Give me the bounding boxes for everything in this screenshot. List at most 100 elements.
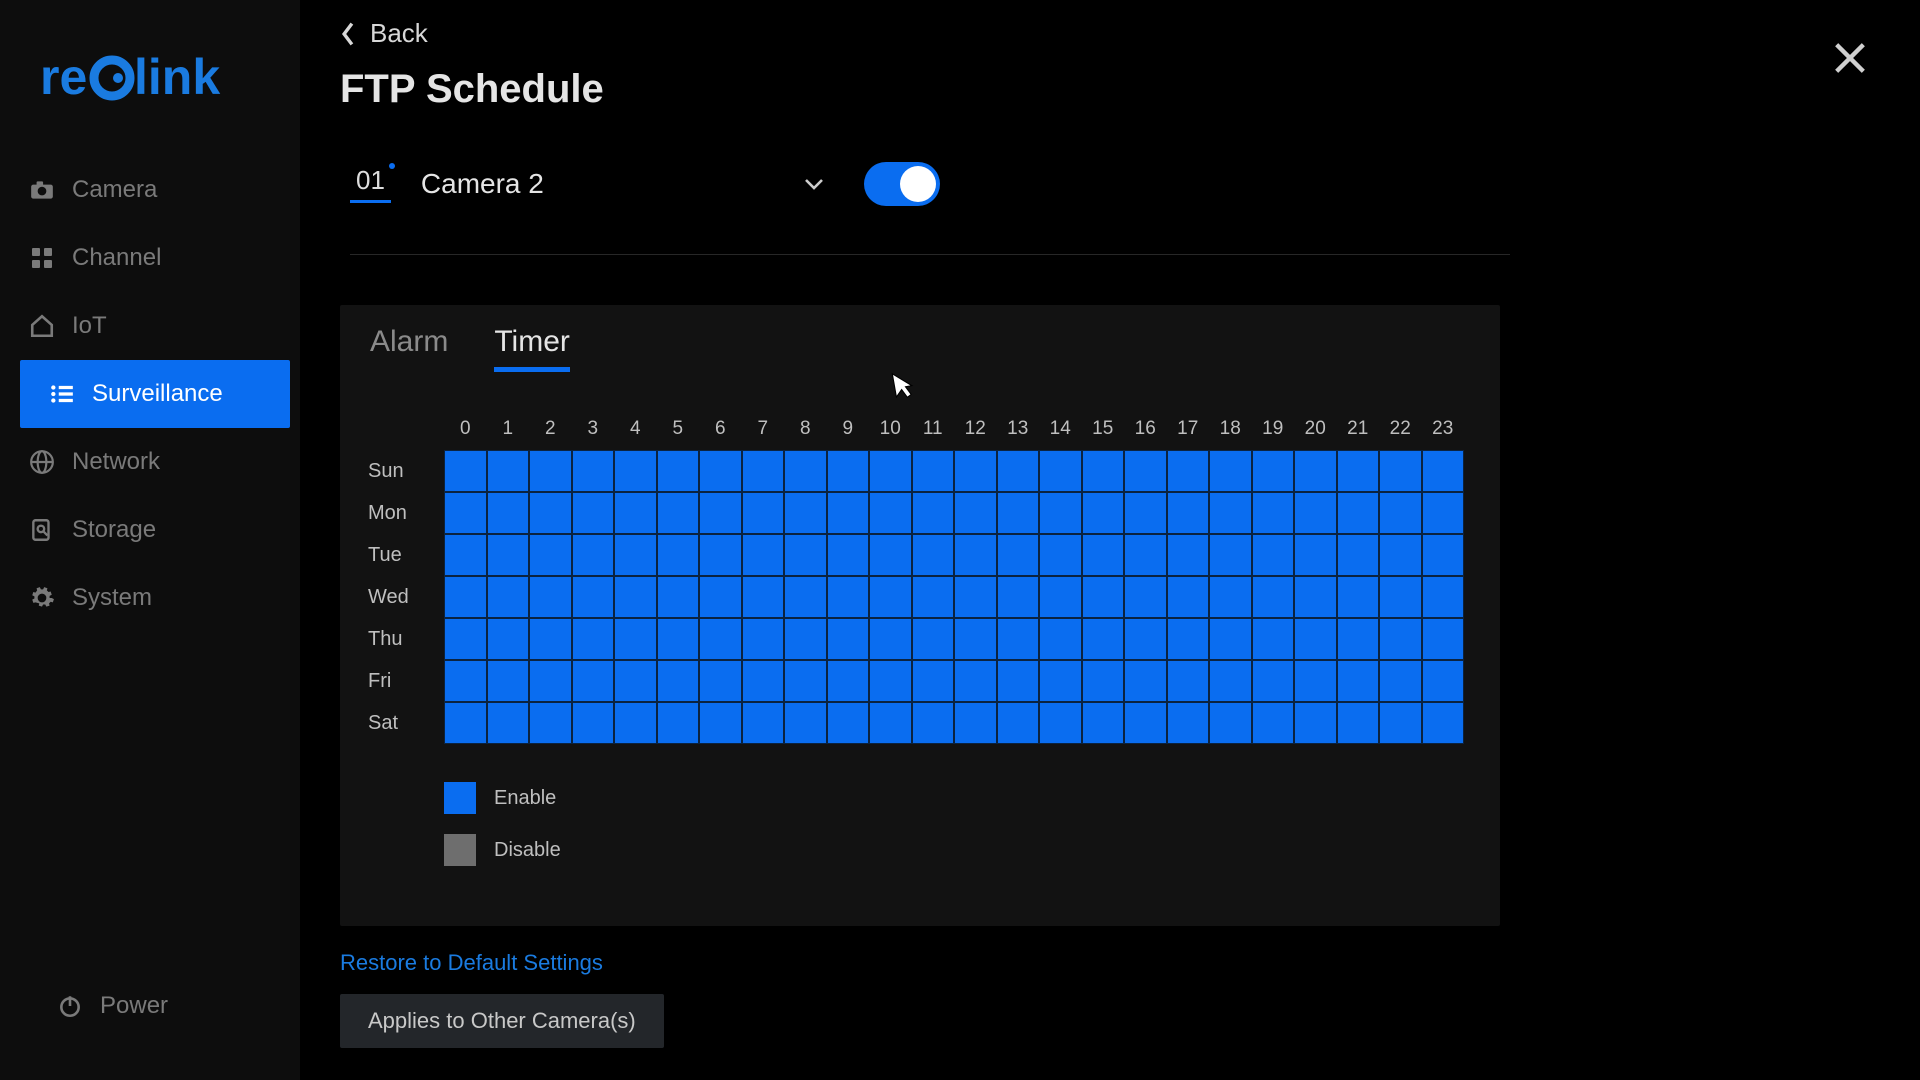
schedule-cell[interactable] — [827, 450, 870, 492]
sidebar-item-surveillance[interactable]: Surveillance — [20, 360, 290, 428]
schedule-cell[interactable] — [444, 702, 487, 744]
back-button[interactable]: Back — [340, 18, 428, 49]
schedule-cell[interactable] — [1082, 660, 1125, 702]
schedule-cell[interactable] — [614, 576, 657, 618]
schedule-cell[interactable] — [827, 534, 870, 576]
schedule-cell[interactable] — [1252, 618, 1295, 660]
schedule-cell[interactable] — [742, 534, 785, 576]
schedule-cell[interactable] — [954, 492, 997, 534]
schedule-cell[interactable] — [1422, 534, 1465, 576]
schedule-cell[interactable] — [657, 534, 700, 576]
schedule-cell[interactable] — [954, 534, 997, 576]
schedule-cell[interactable] — [869, 660, 912, 702]
channel-number[interactable]: 01 — [350, 165, 391, 203]
schedule-cell[interactable] — [869, 450, 912, 492]
schedule-cell[interactable] — [1252, 576, 1295, 618]
schedule-cell[interactable] — [1209, 660, 1252, 702]
schedule-cell[interactable] — [912, 450, 955, 492]
schedule-cell[interactable] — [699, 492, 742, 534]
schedule-cell[interactable] — [1124, 492, 1167, 534]
schedule-cell[interactable] — [1379, 450, 1422, 492]
sidebar-item-camera[interactable]: Camera — [0, 156, 300, 224]
schedule-cell[interactable] — [1082, 492, 1125, 534]
schedule-cell[interactable] — [954, 576, 997, 618]
schedule-cell[interactable] — [827, 618, 870, 660]
schedule-cell[interactable] — [912, 534, 955, 576]
schedule-cell[interactable] — [1252, 450, 1295, 492]
sidebar-item-channel[interactable]: Channel — [0, 224, 300, 292]
tab-alarm[interactable]: Alarm — [370, 319, 448, 372]
schedule-cell[interactable] — [1294, 618, 1337, 660]
schedule-cell[interactable] — [784, 450, 827, 492]
schedule-cell[interactable] — [912, 492, 955, 534]
schedule-cell[interactable] — [444, 576, 487, 618]
schedule-cell[interactable] — [827, 492, 870, 534]
schedule-cell[interactable] — [827, 576, 870, 618]
schedule-cell[interactable] — [529, 450, 572, 492]
schedule-cell[interactable] — [1167, 534, 1210, 576]
schedule-cell[interactable] — [572, 450, 615, 492]
schedule-cell[interactable] — [869, 618, 912, 660]
schedule-cell[interactable] — [572, 618, 615, 660]
schedule-cell[interactable] — [1082, 450, 1125, 492]
schedule-cell[interactable] — [1252, 534, 1295, 576]
schedule-cell[interactable] — [572, 534, 615, 576]
schedule-cell[interactable] — [1294, 450, 1337, 492]
schedule-cell[interactable] — [1167, 492, 1210, 534]
schedule-cell[interactable] — [869, 534, 912, 576]
schedule-cell[interactable] — [869, 576, 912, 618]
schedule-cell[interactable] — [1379, 660, 1422, 702]
schedule-cell[interactable] — [529, 492, 572, 534]
schedule-cell[interactable] — [572, 492, 615, 534]
schedule-cell[interactable] — [1082, 702, 1125, 744]
schedule-cell[interactable] — [742, 450, 785, 492]
schedule-cell[interactable] — [1294, 660, 1337, 702]
schedule-cell[interactable] — [1039, 576, 1082, 618]
schedule-cell[interactable] — [954, 618, 997, 660]
schedule-cell[interactable] — [1039, 492, 1082, 534]
schedule-cell[interactable] — [614, 534, 657, 576]
schedule-cell[interactable] — [1209, 450, 1252, 492]
schedule-cell[interactable] — [1124, 576, 1167, 618]
restore-defaults-link[interactable]: Restore to Default Settings — [340, 950, 1880, 976]
schedule-cell[interactable] — [699, 576, 742, 618]
schedule-cell[interactable] — [869, 702, 912, 744]
schedule-cell[interactable] — [1422, 660, 1465, 702]
schedule-cell[interactable] — [1039, 660, 1082, 702]
schedule-cell[interactable] — [572, 702, 615, 744]
schedule-cell[interactable] — [997, 450, 1040, 492]
schedule-cell[interactable] — [1379, 702, 1422, 744]
schedule-cell[interactable] — [1294, 702, 1337, 744]
sidebar-item-storage[interactable]: Storage — [0, 496, 300, 564]
schedule-cell[interactable] — [699, 702, 742, 744]
schedule-cell[interactable] — [1209, 576, 1252, 618]
schedule-cell[interactable] — [954, 450, 997, 492]
apply-other-cameras-button[interactable]: Applies to Other Camera(s) — [340, 994, 664, 1048]
schedule-cell[interactable] — [657, 450, 700, 492]
schedule-cell[interactable] — [487, 534, 530, 576]
schedule-cell[interactable] — [742, 702, 785, 744]
schedule-cell[interactable] — [1252, 702, 1295, 744]
schedule-cell[interactable] — [699, 534, 742, 576]
schedule-cell[interactable] — [487, 702, 530, 744]
schedule-cell[interactable] — [614, 492, 657, 534]
schedule-cell[interactable] — [742, 576, 785, 618]
schedule-cell[interactable] — [1124, 618, 1167, 660]
schedule-cell[interactable] — [1124, 534, 1167, 576]
schedule-cell[interactable] — [1082, 618, 1125, 660]
schedule-cell[interactable] — [1294, 492, 1337, 534]
schedule-cell[interactable] — [1337, 702, 1380, 744]
schedule-cell[interactable] — [529, 534, 572, 576]
schedule-cell[interactable] — [487, 450, 530, 492]
schedule-cell[interactable] — [1167, 450, 1210, 492]
schedule-cell[interactable] — [1209, 492, 1252, 534]
schedule-cell[interactable] — [912, 618, 955, 660]
schedule-cell[interactable] — [784, 576, 827, 618]
schedule-cell[interactable] — [529, 576, 572, 618]
schedule-cell[interactable] — [1167, 576, 1210, 618]
schedule-cell[interactable] — [1337, 660, 1380, 702]
schedule-cell[interactable] — [1379, 492, 1422, 534]
schedule-cell[interactable] — [614, 660, 657, 702]
schedule-cell[interactable] — [1422, 702, 1465, 744]
schedule-cell[interactable] — [1294, 534, 1337, 576]
